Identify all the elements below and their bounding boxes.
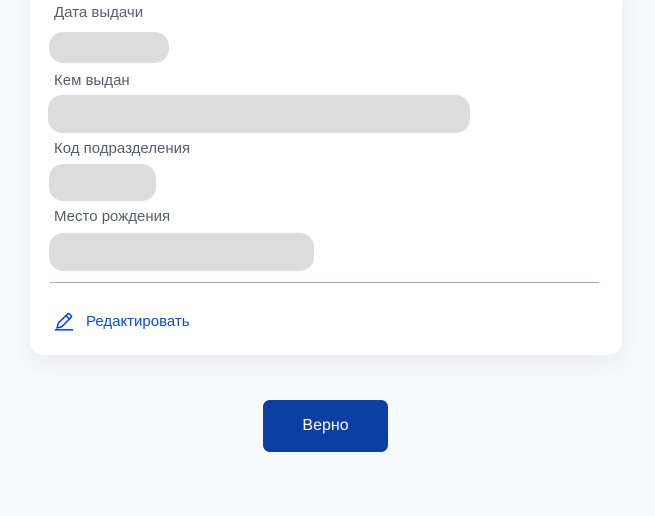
card-divider [50,282,599,283]
issue-date-label: Дата выдачи [54,4,144,21]
department-code-placeholder [49,164,156,201]
confirm-button[interactable]: Верно [263,400,388,452]
edit-link-label: Редактировать [86,312,190,330]
issue-date-placeholder [49,32,169,63]
edit-link[interactable]: Редактировать [54,310,190,332]
pencil-icon [54,312,74,331]
birthplace-label: Место рождения [54,208,171,225]
department-code-label: Код подразделения [54,140,191,157]
issued-by-label: Кем выдан [54,72,130,89]
birthplace-placeholder [49,233,314,271]
passport-details-card: Дата выдачи Кем выдан Код подразделения … [30,0,622,355]
issued-by-placeholder [48,95,470,133]
